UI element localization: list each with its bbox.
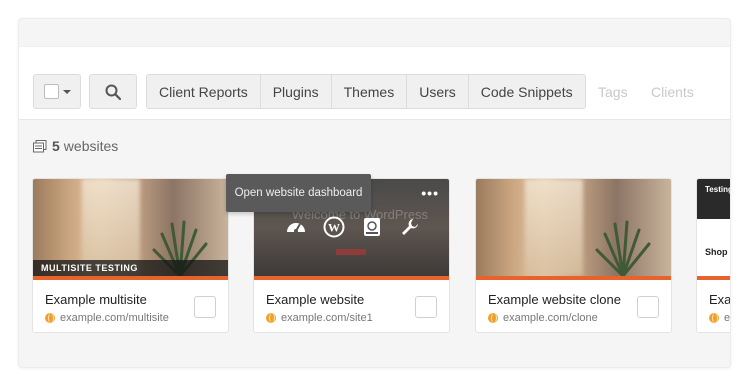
thumbnail-shop-label: Shop (705, 247, 728, 257)
website-url[interactable]: example.com/multisite (45, 312, 169, 324)
website-card[interactable]: MULTISITE TESTING Example multisite exam… (32, 178, 229, 333)
website-checkbox[interactable] (194, 296, 216, 318)
website-thumbnail[interactable]: MULTISITE TESTING (33, 179, 228, 276)
globe-icon (266, 313, 276, 323)
chevron-down-icon (62, 89, 71, 94)
website-thumbnail[interactable]: Testing shop for migratio Shop (697, 179, 730, 276)
website-count: 5 websites (33, 138, 118, 154)
website-url[interactable]: example.com/clone (488, 312, 598, 324)
globe-icon (709, 313, 719, 323)
filter-button-group: Client Reports Plugins Themes Users Code… (146, 74, 586, 109)
filter-plugins[interactable]: Plugins (261, 75, 332, 108)
filter-themes[interactable]: Themes (332, 75, 408, 108)
globe-icon (45, 313, 55, 323)
website-name[interactable]: Example website clone (488, 292, 621, 307)
plant-image (595, 220, 651, 276)
filter-users[interactable]: Users (407, 75, 469, 108)
website-card[interactable]: Testing shop for migratio Shop Exa exa (696, 178, 730, 333)
dashboard-gauge-icon[interactable] (284, 215, 308, 239)
filter-client-reports[interactable]: Client Reports (147, 75, 261, 108)
tooltip: Open website dashboard (226, 174, 371, 212)
filter-clients[interactable]: Clients (651, 74, 694, 109)
thumbnail-caption: MULTISITE TESTING (33, 260, 228, 276)
search-icon (105, 84, 121, 100)
wrench-icon[interactable] (398, 215, 422, 239)
website-url[interactable]: exa (709, 312, 730, 324)
website-url[interactable]: example.com/site1 (266, 312, 373, 324)
svg-text:W: W (328, 221, 340, 235)
quick-actions: W (284, 215, 422, 239)
thumbnail-heading: Testing shop for migratio (697, 179, 730, 219)
select-all-checkbox[interactable] (43, 84, 59, 99)
search-button[interactable] (89, 74, 137, 109)
globe-icon (488, 313, 498, 323)
filter-code-snippets[interactable]: Code Snippets (469, 75, 585, 108)
website-name[interactable]: Example website (266, 292, 364, 307)
website-count-number: 5 (52, 138, 60, 154)
website-card[interactable]: Example website clone example.com/clone (475, 178, 672, 333)
toolbar: Client Reports Plugins Themes Users Code… (19, 46, 730, 120)
backup-drive-icon[interactable] (360, 215, 384, 239)
filter-tags[interactable]: Tags (598, 74, 628, 109)
website-name[interactable]: Example multisite (45, 292, 147, 307)
website-checkbox[interactable] (637, 296, 659, 318)
website-checkbox[interactable] (415, 296, 437, 318)
bulk-select-dropdown[interactable] (33, 74, 81, 109)
more-options-icon[interactable]: ••• (421, 185, 439, 201)
wordpress-icon[interactable]: W (322, 215, 346, 239)
website-name[interactable]: Exa (709, 292, 730, 307)
websites-icon (33, 139, 47, 152)
dashboard-panel: Client Reports Plugins Themes Users Code… (18, 18, 731, 368)
website-thumbnail[interactable] (476, 179, 671, 276)
website-count-label: websites (63, 138, 119, 154)
